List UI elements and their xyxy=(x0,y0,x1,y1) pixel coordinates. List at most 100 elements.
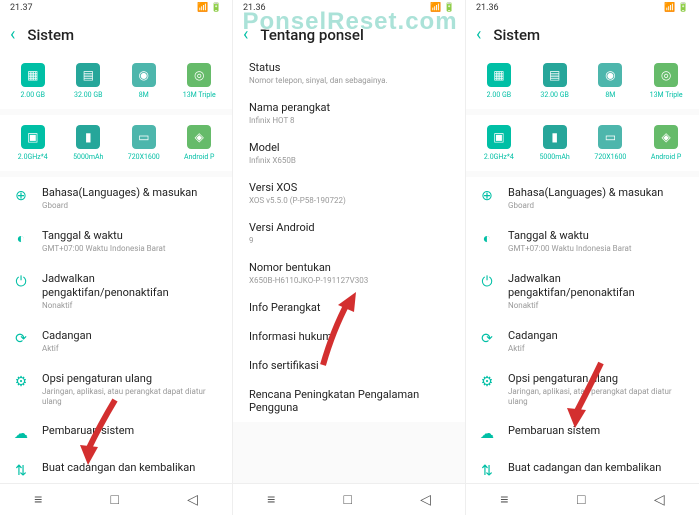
screen-2: 21.36 📶 🔋 ‹ Tentang ponsel StatusNomor t… xyxy=(233,0,466,515)
cloud-icon: ☁ xyxy=(478,425,496,443)
settings-list: ⊕Bahasa(Languages) & masukanGboard ◐Tang… xyxy=(466,177,699,515)
page-title: Sistem xyxy=(493,26,540,44)
setting-datetime[interactable]: ◐Tanggal & waktuGMT+07:00 Waktu Indonesi… xyxy=(466,220,699,263)
spec-row-1: ▦2.00 GB ▤32.00 GB ◉8M ◎13M Triple xyxy=(466,53,699,109)
spec-battery[interactable]: ▮5000mAh xyxy=(530,125,580,161)
spec-camera2[interactable]: ◎13M Triple xyxy=(641,63,691,99)
spec-row-1: ▦2.00 GB ▤32.00 GB ◉8M ◎13M Triple xyxy=(0,53,232,109)
info-device-name[interactable]: Nama perangkatInfinix HOT 8 xyxy=(233,93,465,133)
setting-schedule[interactable]: ⏻Jadwalkan pengaktifan/penonaktifanNonak… xyxy=(0,263,232,320)
reset-icon: ⚙ xyxy=(12,373,30,391)
settings-list: ⊕Bahasa(Languages) & masukanGboard ◐Tang… xyxy=(0,177,232,515)
clock-icon: ◐ xyxy=(12,230,30,248)
status-time: 21.37 xyxy=(10,3,33,13)
language-icon: ⊕ xyxy=(478,187,496,205)
screen-1: 21.37 📶 🔋 ‹ Sistem ▦2.00 GB ▤32.00 GB ◉8… xyxy=(0,0,233,515)
watermark-text: PonselReset.com xyxy=(242,8,457,36)
spec-ram[interactable]: ▦2.00 GB xyxy=(8,63,58,99)
spec-resolution[interactable]: ▭720X1600 xyxy=(119,125,169,161)
info-android-version[interactable]: Versi Android9 xyxy=(233,213,465,253)
setting-datetime[interactable]: ◐Tanggal & waktuGMT+07:00 Waktu Indonesi… xyxy=(0,220,232,263)
spec-android[interactable]: ◈Android P xyxy=(174,125,224,161)
spec-camera[interactable]: ◉8M xyxy=(119,63,169,99)
android-icon: ◈ xyxy=(187,125,211,149)
screen-3: 21.36 📶 🔋 ‹ Sistem ▦2.00 GB ▤32.00 GB ◉8… xyxy=(466,0,699,515)
cloud-icon: ☁ xyxy=(12,425,30,443)
nav-bar: ≡ □ ◁ xyxy=(233,483,465,515)
nav-back-icon[interactable]: ◁ xyxy=(187,492,198,508)
spec-resolution[interactable]: ▭720X1600 xyxy=(585,125,635,161)
back-arrow-icon[interactable]: ‹ xyxy=(476,24,481,45)
nav-back-icon[interactable]: ◁ xyxy=(654,492,665,508)
nav-menu-icon[interactable]: ≡ xyxy=(500,491,508,508)
header: ‹ Sistem xyxy=(0,16,232,53)
nav-home-icon[interactable]: □ xyxy=(110,491,118,508)
back-arrow-icon[interactable]: ‹ xyxy=(10,24,15,45)
spec-storage[interactable]: ▤32.00 GB xyxy=(530,63,580,99)
reset-icon: ⚙ xyxy=(478,373,496,391)
setting-reset[interactable]: ⚙Opsi pengaturan ulangJaringan, aplikasi… xyxy=(466,363,699,415)
setting-update[interactable]: ☁Pembaruan sistem xyxy=(466,415,699,452)
resolution-icon: ▭ xyxy=(132,125,156,149)
spec-row-2: ▣2.0GHz*4 ▮5000mAh ▭720X1600 ◈Android P xyxy=(0,115,232,171)
setting-reset[interactable]: ⚙Opsi pengaturan ulangJaringan, aplikasi… xyxy=(0,363,232,415)
spec-cpu[interactable]: ▣2.0GHz*4 xyxy=(474,125,524,161)
battery-icon: ▮ xyxy=(543,125,567,149)
info-certification[interactable]: Info sertifikasi xyxy=(233,351,465,380)
battery-icon: ▮ xyxy=(76,125,100,149)
info-status[interactable]: StatusNomor telepon, sinyal, dan sebagai… xyxy=(233,53,465,93)
nav-menu-icon[interactable]: ≡ xyxy=(267,491,275,508)
ram-icon: ▦ xyxy=(487,63,511,87)
camera-icon: ◉ xyxy=(132,63,156,87)
camera2-icon: ◎ xyxy=(187,63,211,87)
nav-home-icon[interactable]: □ xyxy=(577,491,585,508)
info-ux-plan[interactable]: Rencana Peningkatan Pengalaman Pengguna xyxy=(233,380,465,422)
nav-menu-icon[interactable]: ≡ xyxy=(34,491,42,508)
setting-update[interactable]: ☁Pembaruan sistem xyxy=(0,415,232,452)
spec-storage[interactable]: ▤32.00 GB xyxy=(63,63,113,99)
nav-home-icon[interactable]: □ xyxy=(343,491,351,508)
info-build-number[interactable]: Nomor bentukanX650B-H6110JKO-P-191127V30… xyxy=(233,253,465,293)
header: ‹ Sistem xyxy=(466,16,699,53)
nav-bar: ≡ □ ◁ xyxy=(0,483,232,515)
nav-back-icon[interactable]: ◁ xyxy=(420,492,431,508)
cpu-icon: ▣ xyxy=(21,125,45,149)
info-device-info[interactable]: Info Perangkat xyxy=(233,293,465,322)
status-icons: 📶 🔋 xyxy=(197,3,222,13)
camera2-icon: ◎ xyxy=(654,63,678,87)
setting-language[interactable]: ⊕Bahasa(Languages) & masukanGboard xyxy=(0,177,232,220)
spec-ram[interactable]: ▦2.00 GB xyxy=(474,63,524,99)
setting-backup[interactable]: ⟳CadanganAktif xyxy=(0,320,232,363)
spec-android[interactable]: ◈Android P xyxy=(641,125,691,161)
status-time: 21.36 xyxy=(476,3,499,13)
backup-icon: ⟳ xyxy=(478,330,496,348)
storage-icon: ▤ xyxy=(76,63,100,87)
language-icon: ⊕ xyxy=(12,187,30,205)
status-icons: 📶 🔋 xyxy=(664,3,689,13)
cpu-icon: ▣ xyxy=(487,125,511,149)
spec-battery[interactable]: ▮5000mAh xyxy=(63,125,113,161)
setting-backup[interactable]: ⟳CadanganAktif xyxy=(466,320,699,363)
info-xos-version[interactable]: Versi XOSXOS v5.5.0 (P-P58-190722) xyxy=(233,173,465,213)
restore-icon: ⇅ xyxy=(478,462,496,480)
spec-camera[interactable]: ◉8M xyxy=(585,63,635,99)
power-icon: ⏻ xyxy=(478,273,496,291)
android-icon: ◈ xyxy=(654,125,678,149)
spec-camera2[interactable]: ◎13M Triple xyxy=(174,63,224,99)
spec-cpu[interactable]: ▣2.0GHz*4 xyxy=(8,125,58,161)
status-bar: 21.36 📶 🔋 xyxy=(466,0,699,16)
setting-schedule[interactable]: ⏻Jadwalkan pengaktifan/penonaktifanNonak… xyxy=(466,263,699,320)
status-bar: 21.37 📶 🔋 xyxy=(0,0,232,16)
backup-icon: ⟳ xyxy=(12,330,30,348)
camera-icon: ◉ xyxy=(598,63,622,87)
page-title: Sistem xyxy=(27,26,74,44)
spec-row-2: ▣2.0GHz*4 ▮5000mAh ▭720X1600 ◈Android P xyxy=(466,115,699,171)
setting-language[interactable]: ⊕Bahasa(Languages) & masukanGboard xyxy=(466,177,699,220)
resolution-icon: ▭ xyxy=(598,125,622,149)
nav-bar: ≡ □ ◁ xyxy=(466,483,699,515)
restore-icon: ⇅ xyxy=(12,462,30,480)
storage-icon: ▤ xyxy=(543,63,567,87)
info-model[interactable]: ModelInfinix X650B xyxy=(233,133,465,173)
info-legal[interactable]: Informasi hukum xyxy=(233,322,465,351)
info-list: StatusNomor telepon, sinyal, dan sebagai… xyxy=(233,53,465,422)
